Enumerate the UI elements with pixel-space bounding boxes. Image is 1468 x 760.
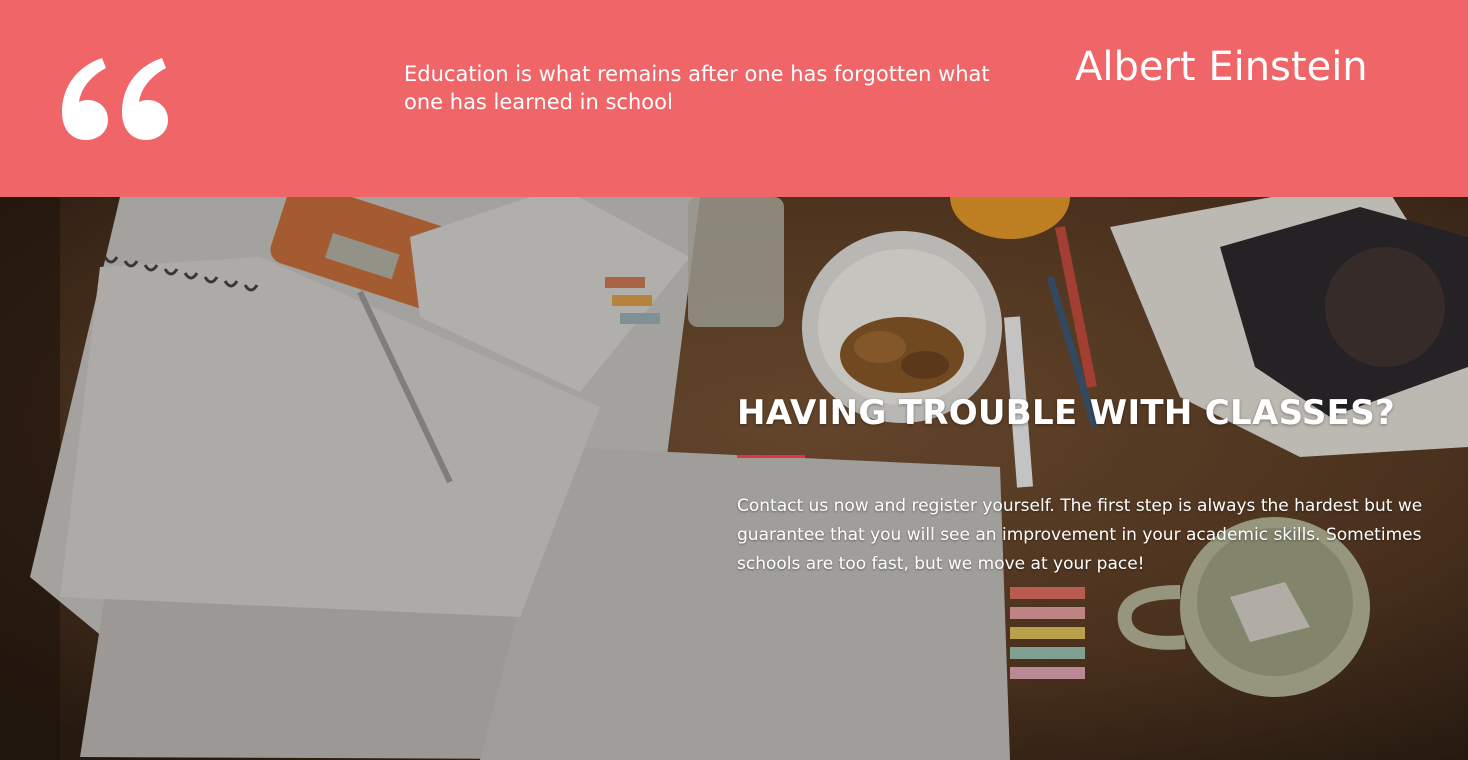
heading-accent-rule: [737, 455, 805, 458]
quote-mark-icon: [62, 58, 168, 140]
quote-text: Education is what remains after one has …: [404, 62, 990, 114]
hero-section: HAVING TROUBLE WITH CLASSES? Contact us …: [0, 197, 1468, 760]
cta-heading: HAVING TROUBLE WITH CLASSES?: [737, 393, 1396, 433]
quote-author: Albert Einstein: [1075, 44, 1368, 90]
cta-description: Contact us now and register yourself. Th…: [737, 496, 1423, 574]
quote-section: Education is what remains after one has …: [0, 0, 1468, 197]
cta-block: HAVING TROUBLE WITH CLASSES? Contact us …: [737, 393, 1437, 579]
